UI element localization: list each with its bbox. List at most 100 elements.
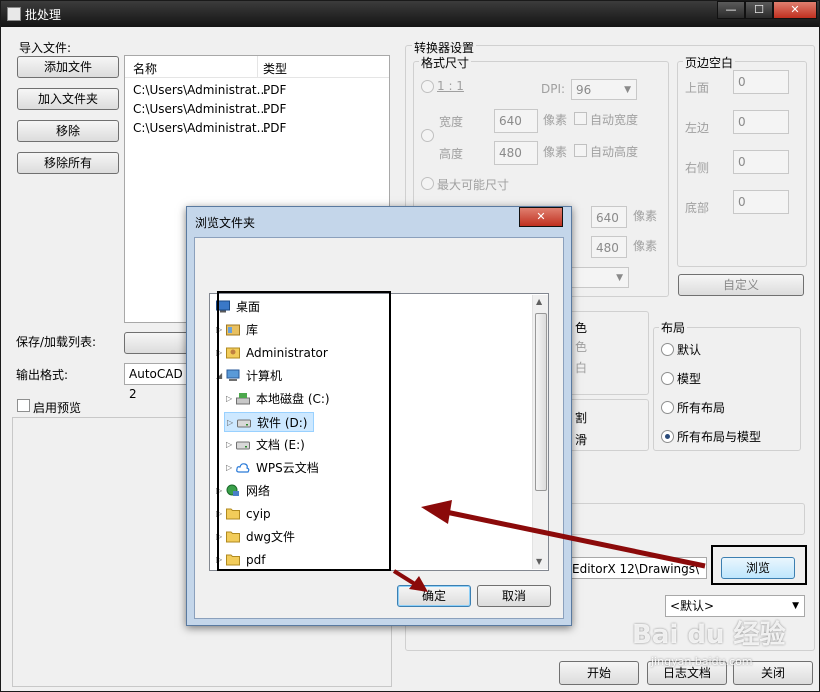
user-folder-icon [226,347,240,359]
column-type[interactable]: 类型 [263,60,287,77]
dialog-title: 浏览文件夹 [195,216,256,230]
system-drive-icon [236,393,250,405]
tree-item-label: pdf [246,553,266,567]
expand-arrow-icon[interactable]: ▷ [216,527,222,547]
chevron-down-icon: ▼ [624,85,631,95]
minimize-button[interactable]: — [717,1,745,19]
row-type: PDF [263,121,287,135]
folder-icon [226,508,240,520]
expand-arrow-icon[interactable]: ▷ [226,458,232,478]
title-bar: 批处理 — ☐ ✕ [1,1,819,27]
color-label-partial: 色 [575,321,588,335]
layout-default-label: 默认 [677,343,702,357]
width2-input[interactable]: 640 [591,206,627,228]
layout-model-radio[interactable] [661,372,674,385]
close-window-button[interactable]: ✕ [773,1,817,19]
row-type: PDF [263,83,287,97]
expand-arrow-icon[interactable]: ▷ [216,481,222,501]
start-button[interactable]: 开始 [559,661,639,685]
expand-arrow-icon[interactable]: ▷ [216,320,222,340]
custom-size-radio[interactable] [421,129,434,142]
ratio-radio[interactable] [421,80,434,93]
expand-arrow-icon[interactable]: ▷ [216,550,222,570]
layout-all-model-radio[interactable] [661,430,674,443]
tree-item-drive-d[interactable]: ▷ 软件 (D:) [224,412,314,432]
layout-all-radio[interactable] [661,401,674,414]
watermark-url: jingyan.baidu.com [651,655,753,668]
size-preset-select[interactable]: ▼ [571,267,629,288]
scrollbar-thumb[interactable] [535,313,547,491]
tree-item-label: cyip [246,507,271,521]
column-name[interactable]: 名称 [133,60,157,77]
margin-left-label: 左边 [685,121,710,135]
expand-arrow-icon[interactable]: ▷ [216,504,222,524]
folder-tree[interactable]: 桌面 ▷ 库 ▷ Administrator ◢ 计算机 ▷ 本地磁盘 (C:)… [209,293,549,571]
margin-title: 页边空白 [683,54,736,71]
tree-item-label: 软件 (D:) [257,416,308,430]
dpi-select[interactable]: 96 ▼ [571,79,637,100]
margin-left-input[interactable]: 0 [733,110,789,134]
output-path-input[interactable]: EditorX 12\Drawings\ [567,557,707,579]
cancel-button[interactable]: 取消 [477,585,551,607]
expand-arrow-icon[interactable]: ▷ [226,389,232,409]
expand-arrow-icon[interactable]: ▷ [227,413,233,433]
add-file-button[interactable]: 添加文件 [17,56,119,78]
collapse-arrow-icon[interactable]: ◢ [216,366,222,386]
browse-button[interactable]: 浏览 [721,557,795,579]
chevron-down-icon: ▼ [616,273,623,283]
enable-preview-checkbox[interactable] [17,399,30,412]
remove-button[interactable]: 移除 [17,120,119,142]
margin-top-label: 上面 [685,81,710,95]
expand-arrow-icon[interactable]: ▷ [226,435,232,455]
ok-button[interactable]: 确定 [397,585,471,607]
network-icon [226,484,239,496]
save-load-list-label: 保存/加载列表: [16,335,97,349]
tree-item-label: 计算机 [246,369,283,383]
height-unit: 像素 [543,145,568,159]
margin-bottom-input[interactable]: 0 [733,190,789,214]
width2-unit: 像素 [633,209,658,223]
height-label: 高度 [439,147,464,161]
drive-icon [237,419,251,428]
tree-scrollbar[interactable]: ▲ ▼ [532,295,548,569]
row-name: C:\Users\Administrat... [133,121,269,135]
height2-unit: 像素 [633,239,658,253]
width-input[interactable]: 640 [494,109,538,133]
dpi-value: 96 [576,83,592,97]
tree-item-label: 库 [246,323,259,337]
layout-all-label: 所有布局 [677,401,726,415]
auto-height-checkbox[interactable] [574,144,587,157]
height2-input[interactable]: 480 [591,236,627,258]
remove-all-button[interactable]: 移除所有 [17,152,119,174]
margin-top-input[interactable]: 0 [733,70,789,94]
layout-default-radio[interactable] [661,343,674,356]
margin-right-input[interactable]: 0 [733,150,789,174]
maximize-button[interactable]: ☐ [745,1,773,19]
scroll-up-icon[interactable]: ▲ [536,297,542,306]
color-option-partial: 色 [575,340,588,354]
scroll-down-icon[interactable]: ▼ [536,557,542,566]
ratio-label: 1 : 1 [437,79,464,93]
save-load-button[interactable] [124,332,194,354]
margin-bottom-label: 底部 [685,201,710,215]
tree-item-label: 网络 [246,484,271,498]
computer-icon [226,369,240,381]
expand-arrow-icon[interactable]: ▷ [216,343,222,363]
row-name: C:\Users\Administrat... [133,83,269,97]
add-folder-button[interactable]: 加入文件夹 [17,88,119,110]
max-size-radio[interactable] [421,177,434,190]
watermark-brand: Bai du 经验 [632,620,786,650]
default-select-value: <默认> [670,599,715,613]
margin-right-label: 右侧 [685,161,710,175]
height-input[interactable]: 480 [494,141,538,165]
auto-width-checkbox[interactable] [574,112,587,125]
width-unit: 像素 [543,113,568,127]
custom-button[interactable]: 自定义 [678,274,804,296]
import-files-label: 导入文件: [19,41,72,55]
output-format-select[interactable]: AutoCAD 2 [124,363,194,401]
tree-item-label: dwg文件 [246,530,296,544]
dialog-close-button[interactable]: ✕ [519,207,563,227]
tree-item-label: 文档 (E:) [256,438,305,452]
layout-model-label: 模型 [677,372,702,386]
file-list-header: 名称 类型 [125,56,389,78]
